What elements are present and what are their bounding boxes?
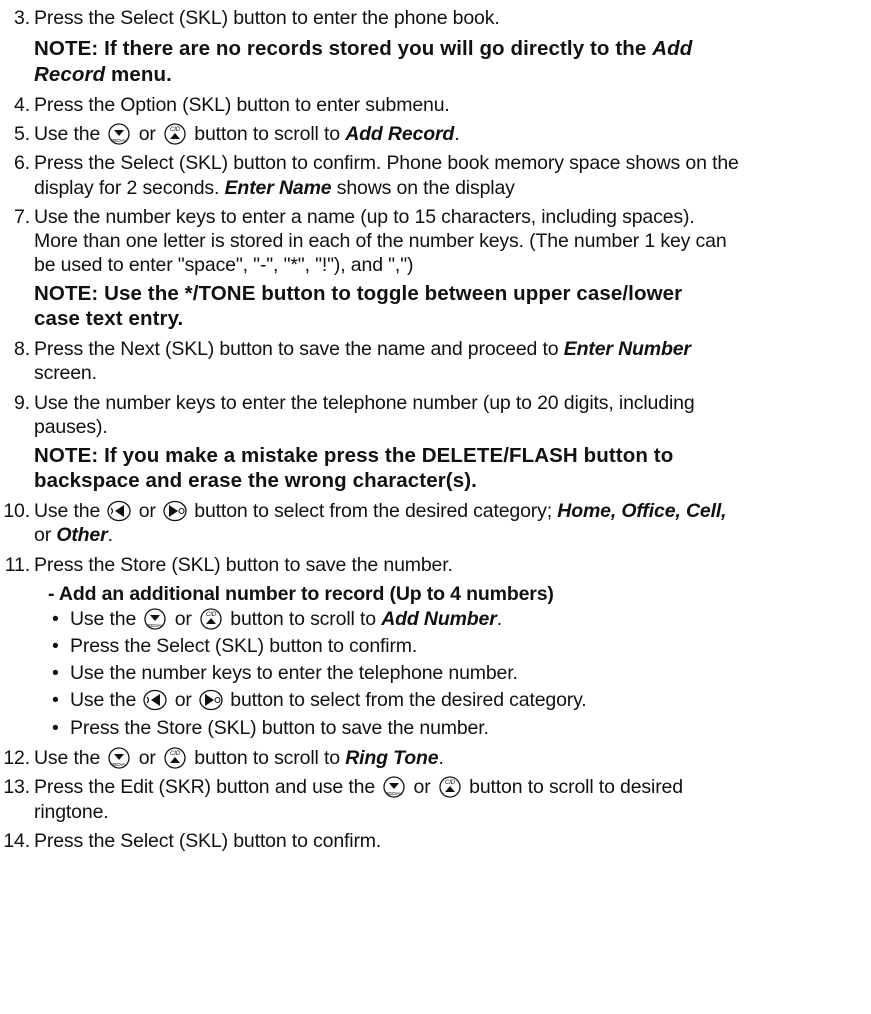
svg-text:REDIAL: REDIAL [112,138,128,143]
svg-text:CID: CID [170,751,181,757]
redial-down-arrow-icon: REDIAL [107,747,131,769]
step-9-cont: pauses). [34,416,108,438]
cid-up-arrow-icon: CID [438,776,462,798]
redial-down-arrow-icon: REDIAL [143,608,167,630]
step-8-cont: screen. [34,362,97,384]
note-delete-flash-cont: backspace and erase the wrong character(… [34,469,477,492]
redial-down-arrow-icon: REDIAL [382,776,406,798]
redial-down-arrow-icon: REDIAL [107,123,131,145]
sub-heading-add-number: - Add an additional number to record (Up… [48,583,554,605]
right-arrow-icon [163,500,187,522]
left-arrow-icon [143,689,168,711]
left-arrow-icon [107,500,132,522]
manual-page: 3. Press the Select (SKL) button to ente… [3,7,739,852]
svg-text:CID: CID [170,127,181,133]
svg-text:REDIAL: REDIAL [148,623,164,628]
step-10-cont: or Other. [34,524,113,546]
step-7-cont2: be used to enter "space", "-", "*", "!")… [34,254,414,276]
step-7-cont1: More than one letter is stored in each o… [34,230,727,252]
step-13-cont: ringtone. [34,801,109,823]
cid-up-arrow-icon: CID [163,123,187,145]
note-no-records: NOTE: If there are no records stored you… [34,37,693,60]
svg-text:REDIAL: REDIAL [112,762,128,767]
step-6-cont: display for 2 seconds. Enter Name shows … [34,177,515,199]
svg-text:CID: CID [445,780,456,786]
cid-up-arrow-icon: CID [199,608,223,630]
right-arrow-icon [199,689,223,711]
note-no-records-cont: Record menu. [34,63,172,86]
svg-text:REDIAL: REDIAL [387,791,403,796]
cid-up-arrow-icon: CID [163,747,187,769]
note-tone-button: NOTE: Use the */TONE button to toggle be… [34,282,683,305]
note-delete-flash: NOTE: If you make a mistake press the DE… [34,444,674,467]
note-tone-button-cont: case text entry. [34,307,184,330]
svg-text:CID: CID [206,612,217,618]
